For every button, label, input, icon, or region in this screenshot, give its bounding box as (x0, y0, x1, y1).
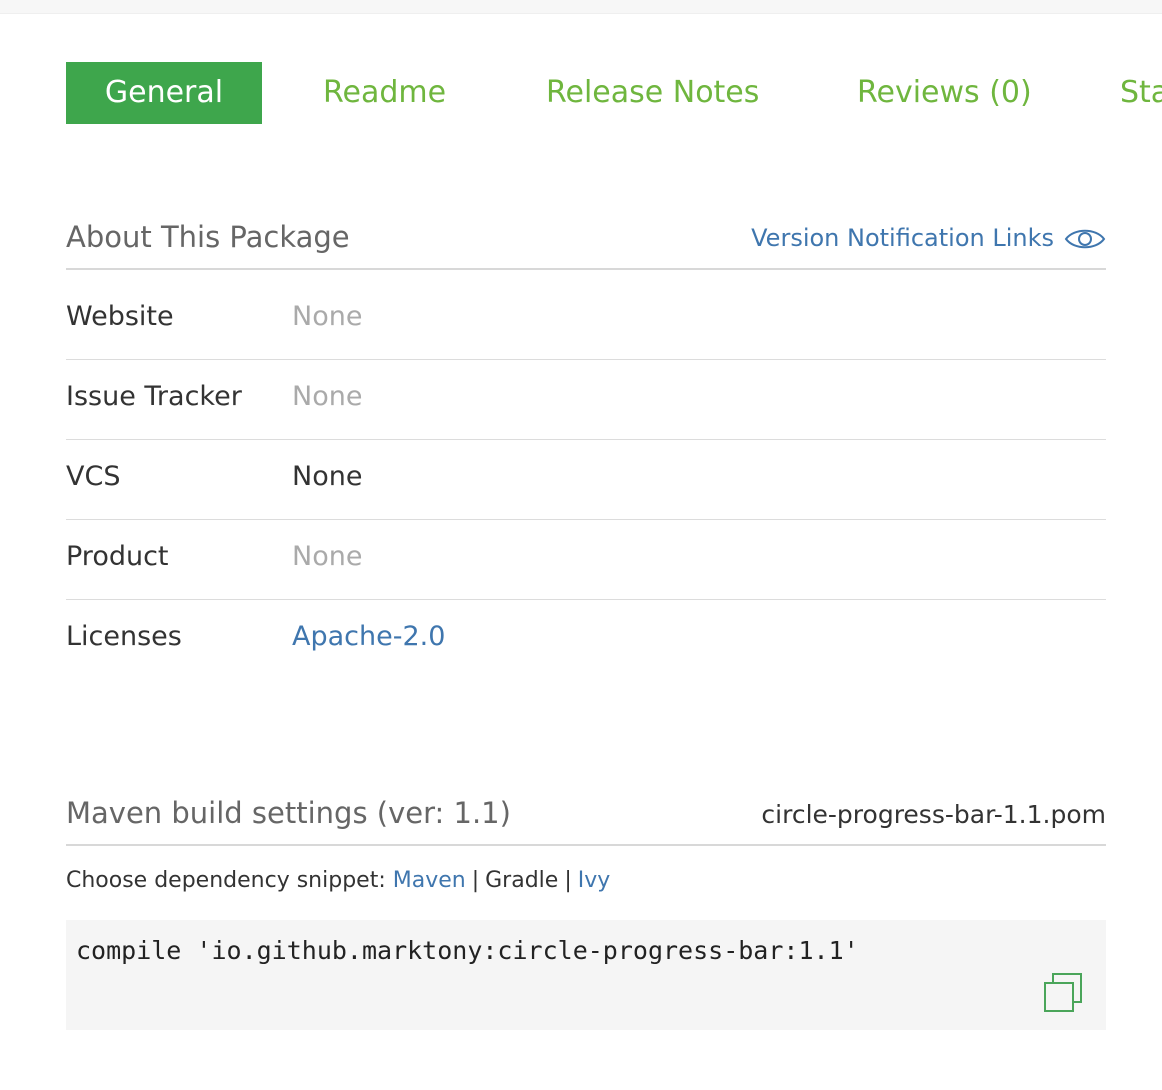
dependency-snippet-code[interactable]: compile 'io.github.marktony:circle-progr… (76, 936, 859, 965)
issue-tracker-row: Issue Tracker None (66, 359, 1106, 440)
version-notification-label: Version Notification Links (751, 224, 1054, 252)
package-tabs: General Readme Release Notes Reviews (0)… (66, 62, 1162, 124)
licenses-row: Licenses Apache-2.0 (66, 599, 1106, 679)
issue-tracker-value: None (292, 381, 363, 412)
licenses-label: Licenses (66, 621, 182, 652)
website-row: Website None (66, 279, 1106, 360)
dependency-snippet-chooser: Choose dependency snippet: Maven | Gradle |… (66, 868, 610, 893)
tab-release-notes[interactable]: Release Notes (546, 62, 759, 124)
version-notification-link[interactable]: Version Notification Links (751, 224, 1106, 252)
eye-icon (1064, 226, 1106, 252)
issue-tracker-label: Issue Tracker (66, 381, 242, 412)
maven-section-header: Maven build settings (ver: 1.1) circle-p… (66, 796, 1106, 846)
vcs-label: VCS (66, 461, 121, 492)
product-value: None (292, 541, 363, 572)
tab-stats[interactable]: Sta (1120, 62, 1162, 124)
snippet-option-maven[interactable]: Maven (393, 868, 466, 893)
vcs-value: None (292, 461, 363, 492)
vcs-row: VCS None (66, 439, 1106, 520)
dependency-snippet-box: compile 'io.github.marktony:circle-progr… (66, 920, 1106, 1030)
maven-section-title: Maven build settings (ver: 1.1) (66, 796, 511, 830)
snippet-option-gradle[interactable]: Gradle (485, 868, 558, 893)
tab-reviews[interactable]: Reviews (0) (857, 62, 1032, 124)
about-section-header: About This Package Version Notification … (66, 218, 1106, 270)
snippet-separator: | (471, 868, 480, 893)
pom-file-name: circle-progress-bar-1.1.pom (761, 800, 1106, 829)
top-bar (0, 0, 1162, 14)
snippet-chooser-label: Choose dependency snippet: (66, 868, 386, 893)
website-label: Website (66, 301, 174, 332)
license-link[interactable]: Apache-2.0 (292, 621, 445, 652)
copy-icon[interactable] (1042, 972, 1084, 1014)
product-label: Product (66, 541, 169, 572)
snippet-separator: | (564, 868, 572, 893)
snippet-option-ivy[interactable]: Ivy (578, 868, 611, 893)
website-value: None (292, 301, 363, 332)
product-row: Product None (66, 519, 1106, 600)
tab-readme[interactable]: Readme (323, 62, 446, 124)
tab-general[interactable]: General (66, 62, 262, 124)
about-section-title: About This Package (66, 220, 350, 254)
